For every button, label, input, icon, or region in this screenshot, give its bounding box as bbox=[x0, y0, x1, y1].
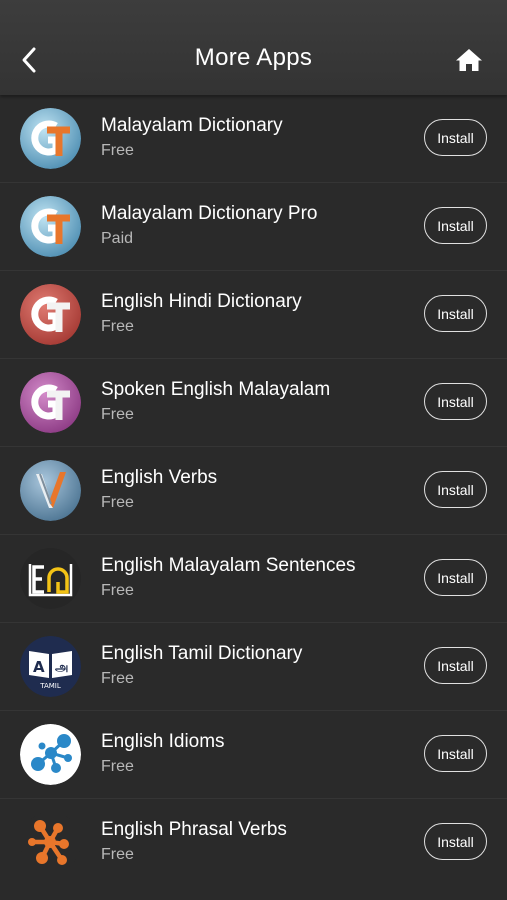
home-icon bbox=[456, 49, 482, 71]
app-price: Free bbox=[101, 406, 134, 423]
app-price: Free bbox=[101, 494, 134, 511]
list-item[interactable]: English Malayalam Sentences Free Install bbox=[0, 535, 507, 623]
list-item[interactable]: English Hindi Dictionary Free Install bbox=[0, 271, 507, 359]
app-name: Malayalam Dictionary Pro bbox=[101, 203, 318, 224]
list-item[interactable]: English Phrasal Verbs Free Install bbox=[0, 799, 507, 887]
app-price: Free bbox=[101, 670, 134, 687]
app-header: More Apps bbox=[0, 0, 507, 95]
svg-text:A: A bbox=[33, 658, 45, 676]
e-malayalam-icon bbox=[20, 548, 81, 609]
install-button[interactable]: Install bbox=[424, 119, 487, 156]
install-button[interactable]: Install bbox=[424, 647, 487, 684]
app-name: English Hindi Dictionary bbox=[101, 291, 302, 312]
phrasal-network-icon bbox=[20, 812, 81, 873]
app-price: Free bbox=[101, 846, 134, 863]
install-button[interactable]: Install bbox=[424, 735, 487, 772]
gt-red-icon bbox=[20, 284, 81, 345]
app-price: Paid bbox=[101, 230, 134, 247]
page-title: More Apps bbox=[194, 44, 313, 71]
app-name: English Idioms bbox=[101, 731, 225, 752]
apps-list: Malayalam Dictionary Free Install Malaya… bbox=[0, 95, 507, 887]
app-price: Free bbox=[101, 318, 134, 335]
app-price: Free bbox=[101, 582, 134, 599]
app-name: Spoken English Malayalam bbox=[101, 379, 331, 400]
list-item[interactable]: English Idioms Free Install bbox=[0, 711, 507, 799]
svg-text:அ: அ bbox=[55, 660, 68, 674]
app-name: English Tamil Dictionary bbox=[101, 643, 303, 664]
install-button[interactable]: Install bbox=[424, 823, 487, 860]
install-button[interactable]: Install bbox=[424, 559, 487, 596]
tamil-label: TAMIL bbox=[39, 682, 61, 690]
install-button[interactable]: Install bbox=[424, 207, 487, 244]
verbs-v-icon bbox=[20, 460, 81, 521]
list-item[interactable]: English Verbs Free Install bbox=[0, 447, 507, 535]
app-name: English Phrasal Verbs bbox=[101, 819, 287, 840]
app-name: Malayalam Dictionary bbox=[101, 115, 283, 136]
install-button[interactable]: Install bbox=[424, 383, 487, 420]
gt-blue-icon bbox=[20, 196, 81, 257]
idioms-network-icon bbox=[20, 724, 81, 785]
install-button[interactable]: Install bbox=[424, 295, 487, 332]
install-button[interactable]: Install bbox=[424, 471, 487, 508]
gt-blue-icon bbox=[20, 108, 81, 169]
app-name: English Malayalam Sentences bbox=[101, 555, 356, 576]
list-item[interactable]: Malayalam Dictionary Free Install bbox=[0, 95, 507, 183]
app-price: Free bbox=[101, 758, 134, 775]
home-button[interactable] bbox=[453, 44, 485, 76]
gt-purple-icon bbox=[20, 372, 81, 433]
list-item[interactable]: Spoken English Malayalam Free Install bbox=[0, 359, 507, 447]
tamil-book-icon: A அ TAMIL bbox=[20, 636, 81, 697]
app-name: English Verbs bbox=[101, 467, 218, 488]
app-price: Free bbox=[101, 142, 134, 159]
list-item[interactable]: A அ TAMIL English Tamil Dictionary Free … bbox=[0, 623, 507, 711]
list-item[interactable]: Malayalam Dictionary Pro Paid Install bbox=[0, 183, 507, 271]
